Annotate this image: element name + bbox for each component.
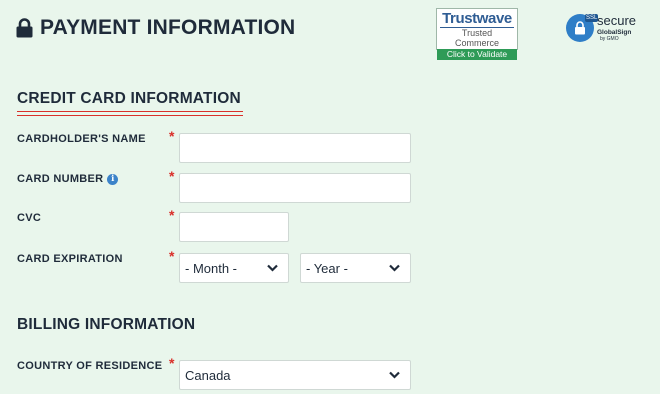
chevron-down-icon — [389, 264, 400, 272]
country-row: COUNTRY OF RESIDENCE * Canada — [17, 355, 417, 392]
card-number-input[interactable] — [179, 173, 411, 203]
lock-icon — [16, 18, 33, 38]
cardholder-label: CARDHOLDER'S NAME — [17, 133, 146, 145]
country-select[interactable]: Canada — [179, 360, 411, 390]
month-selected-value: - Month - — [185, 260, 238, 276]
trustwave-validate-link[interactable]: Click to Validate — [437, 49, 517, 60]
section-title-underline — [17, 111, 243, 116]
card-number-label: CARD NUMBER — [17, 173, 104, 185]
card-number-row: CARD NUMBER i * — [17, 168, 417, 205]
card-expiration-row: CARD EXPIRATION * - Month - - Year - — [17, 248, 417, 285]
page-header: PAYMENT INFORMATION — [16, 10, 295, 46]
cvc-input[interactable] — [179, 212, 289, 242]
required-marker: * — [169, 248, 175, 264]
required-marker: * — [169, 207, 175, 223]
chevron-down-icon — [267, 264, 278, 272]
trustwave-subtitle: Trusted Commerce — [440, 27, 514, 48]
country-label: COUNTRY OF RESIDENCE — [17, 360, 163, 372]
billing-section-title: BILLING INFORMATION — [17, 316, 196, 333]
trustwave-seal[interactable]: Trustwave Trusted Commerce Click to Vali… — [436, 8, 518, 60]
month-select[interactable]: - Month - — [179, 253, 289, 283]
info-icon[interactable]: i — [107, 173, 119, 185]
globalsign-brand: GlobalSign — [597, 29, 632, 36]
globalsign-secure-seal[interactable]: SSL secure GlobalSign by GMO — [566, 14, 642, 44]
secure-word: secure — [597, 13, 637, 28]
cardholder-name-input[interactable] — [179, 133, 411, 163]
year-select[interactable]: - Year - — [300, 253, 411, 283]
year-selected-value: - Year - — [306, 260, 348, 276]
chevron-down-icon — [389, 371, 400, 379]
required-marker: * — [169, 168, 175, 184]
cvc-row: CVC * — [17, 207, 417, 244]
cardholder-row: CARDHOLDER'S NAME * — [17, 128, 417, 165]
card-expiration-label: CARD EXPIRATION — [17, 253, 123, 265]
card-number-label-wrap: CARD NUMBER i — [17, 173, 119, 185]
country-selected-value: Canada — [185, 367, 231, 383]
page-title: PAYMENT INFORMATION — [40, 16, 296, 39]
required-marker: * — [169, 128, 175, 144]
required-marker: * — [169, 355, 175, 371]
cvc-label: CVC — [17, 212, 42, 224]
credit-card-section-title: CREDIT CARD INFORMATION — [17, 90, 241, 107]
globalsign-by: by GMO — [600, 36, 619, 42]
trustwave-name: Trustwave — [442, 10, 512, 27]
